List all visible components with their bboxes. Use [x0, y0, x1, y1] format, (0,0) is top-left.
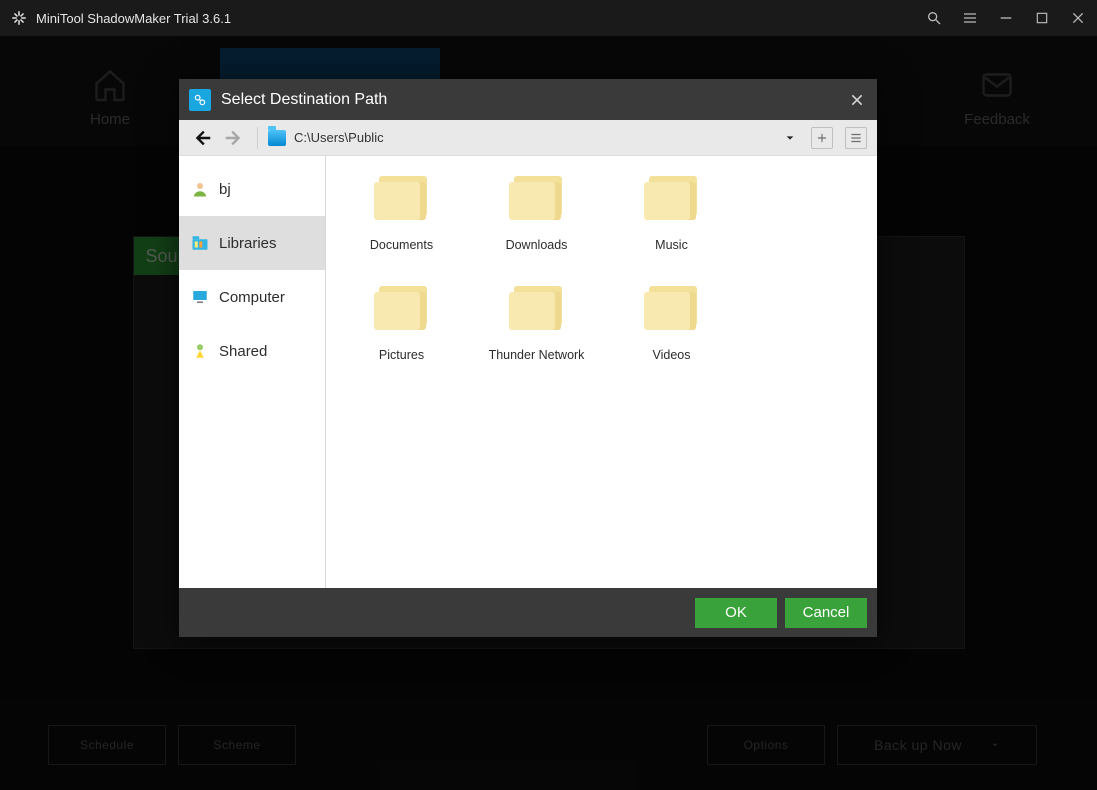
folder-label: Pictures [379, 348, 424, 362]
folder-grid: Documents Downloads Music Pictures Thund… [326, 156, 877, 588]
path-display[interactable]: C:\Users\Public [268, 130, 779, 146]
dialog-toolbar: C:\Users\Public [179, 120, 877, 156]
backup-now-button[interactable]: Back up Now [837, 725, 1037, 765]
dialog-footer: OK Cancel [179, 588, 877, 637]
dialog-body: bj Libraries Computer Shared [179, 156, 877, 588]
sidebar-item-libraries[interactable]: Libraries [179, 216, 325, 270]
libraries-icon [191, 234, 209, 252]
folder-pictures[interactable]: Pictures [334, 280, 469, 390]
shared-icon [191, 342, 209, 360]
folder-icon [644, 176, 700, 220]
folder-label: Videos [653, 348, 691, 362]
user-icon [191, 180, 209, 198]
app-title: MiniTool ShadowMaker Trial 3.6.1 [36, 11, 925, 26]
feedback-icon [979, 67, 1015, 103]
folder-documents[interactable]: Documents [334, 170, 469, 280]
backup-now-label: Back up Now [874, 737, 962, 753]
computer-icon [191, 288, 209, 306]
new-folder-button[interactable] [811, 127, 833, 149]
schedule-button[interactable]: Schedule [48, 725, 166, 765]
folder-icon [374, 176, 430, 220]
titlebar: MiniTool ShadowMaker Trial 3.6.1 [0, 0, 1097, 36]
ok-button[interactable]: OK [695, 598, 777, 628]
sidebar-item-label: bj [219, 181, 231, 198]
nav-forward-button[interactable] [221, 125, 247, 151]
tab-feedback-label: Feedback [964, 111, 1030, 128]
folder-icon [268, 130, 286, 146]
path-text: C:\Users\Public [294, 130, 384, 145]
dialog-close-button[interactable] [847, 90, 867, 110]
close-icon[interactable] [1069, 9, 1087, 27]
folder-downloads[interactable]: Downloads [469, 170, 604, 280]
folder-music[interactable]: Music [604, 170, 739, 280]
options-button[interactable]: Options [707, 725, 825, 765]
path-dropdown-button[interactable] [785, 133, 795, 143]
folder-icon [374, 286, 430, 330]
dialog-sidebar: bj Libraries Computer Shared [179, 156, 326, 588]
scheme-button[interactable]: Scheme [178, 725, 296, 765]
folder-label: Downloads [506, 238, 568, 252]
folder-label: Documents [370, 238, 433, 252]
folder-videos[interactable]: Videos [604, 280, 739, 390]
folder-thunder-network[interactable]: Thunder Network [469, 280, 604, 390]
menu-icon[interactable] [961, 9, 979, 27]
maximize-icon[interactable] [1033, 9, 1051, 27]
app-logo-icon [10, 9, 28, 27]
minimize-icon[interactable] [997, 9, 1015, 27]
cancel-button[interactable]: Cancel [785, 598, 867, 628]
bottom-bar: Schedule Scheme Options Back up Now [0, 700, 1097, 790]
sidebar-item-user[interactable]: bj [179, 162, 325, 216]
sidebar-item-label: Libraries [219, 235, 277, 252]
tab-home-label: Home [90, 111, 130, 128]
sidebar-item-computer[interactable]: Computer [179, 270, 325, 324]
tab-feedback[interactable]: Feedback [927, 48, 1067, 146]
dialog-icon [189, 89, 211, 111]
search-icon[interactable] [925, 9, 943, 27]
dialog-header: Select Destination Path [179, 79, 877, 120]
sidebar-item-label: Computer [219, 289, 285, 306]
sidebar-item-shared[interactable]: Shared [179, 324, 325, 378]
folder-icon [509, 286, 565, 330]
nav-back-button[interactable] [189, 125, 215, 151]
sidebar-item-label: Shared [219, 343, 267, 360]
toolbar-separator [257, 127, 258, 149]
chevron-down-icon [990, 740, 1000, 750]
folder-icon [509, 176, 565, 220]
folder-icon [644, 286, 700, 330]
folder-label: Thunder Network [489, 348, 585, 362]
select-destination-dialog: Select Destination Path C:\Users\Public [179, 79, 877, 637]
folder-label: Music [655, 238, 688, 252]
view-list-button[interactable] [845, 127, 867, 149]
window-controls [925, 9, 1087, 27]
dialog-title: Select Destination Path [221, 91, 847, 109]
home-icon [92, 67, 128, 103]
